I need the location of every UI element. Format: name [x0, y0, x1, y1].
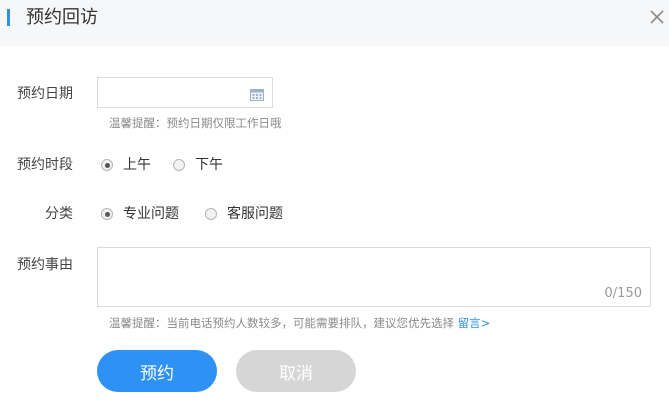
date-hint: 温馨提醒：预约日期仅限工作日哦	[109, 116, 282, 130]
reason-hint: 温馨提醒：当前电话预约人数较多，可能需要排队，建议您优先选择 留言>	[109, 315, 490, 331]
date-input[interactable]	[98, 78, 243, 107]
date-label: 预约日期	[17, 86, 73, 102]
category-label: 分类	[45, 206, 73, 222]
appointment-dialog: 预约回访 预约日期 温馨提醒：预约日期仅限工作日哦 预约时段 上午 下午 分类 …	[0, 0, 669, 402]
radio-morning-label: 上午	[123, 157, 151, 173]
leave-message-link[interactable]: 留言>	[458, 316, 491, 330]
submit-button[interactable]: 预约	[97, 350, 217, 392]
radio-dot[interactable]	[101, 208, 113, 220]
char-counter: 0/150	[604, 286, 642, 301]
reason-field[interactable]: 0/150	[97, 247, 651, 307]
reason-textarea[interactable]	[98, 248, 650, 306]
date-field[interactable]	[97, 77, 273, 108]
radio-morning[interactable]: 上午	[101, 155, 151, 175]
period-label: 预约时段	[17, 157, 73, 173]
reason-label: 预约事由	[17, 257, 73, 273]
radio-professional-label: 专业问题	[123, 206, 179, 222]
radio-dot[interactable]	[173, 159, 185, 171]
cancel-button[interactable]: 取消	[236, 350, 356, 392]
radio-afternoon[interactable]: 下午	[173, 155, 223, 175]
dialog-title: 预约回访	[26, 7, 98, 28]
radio-dot[interactable]	[101, 159, 113, 171]
radio-service-label: 客服问题	[227, 206, 283, 222]
radio-professional[interactable]: 专业问题	[101, 204, 179, 224]
radio-dot[interactable]	[205, 208, 217, 220]
dialog-header: 预约回访	[0, 0, 669, 46]
title-accent-bar	[7, 9, 10, 26]
calendar-icon[interactable]	[250, 86, 264, 101]
reason-hint-text: 温馨提醒：当前电话预约人数较多，可能需要排队，建议您优先选择	[109, 316, 454, 330]
close-icon[interactable]	[646, 6, 668, 28]
radio-service[interactable]: 客服问题	[205, 204, 283, 224]
radio-afternoon-label: 下午	[195, 157, 223, 173]
